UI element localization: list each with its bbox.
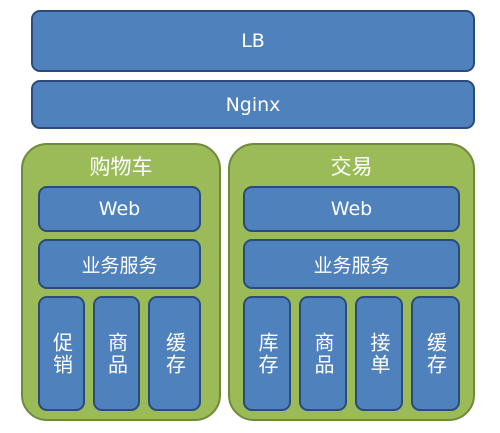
nginx-label: Nginx xyxy=(225,93,281,116)
trade-service-label: 业务服务 xyxy=(313,254,390,277)
trade-service-box: 业务服务 xyxy=(243,239,460,289)
group-cart-title: 购物车 xyxy=(89,155,153,179)
cart-module-product-label: 商品 xyxy=(104,331,129,376)
cart-module-promotion: 促销 xyxy=(38,296,85,411)
trade-web-box: Web xyxy=(243,186,460,232)
trade-module-product: 商品 xyxy=(299,296,347,411)
group-trade: 交易 Web 业务服务 库存 商品 接单 缓存 xyxy=(228,143,475,421)
trade-module-cache-label: 缓存 xyxy=(423,331,448,376)
trade-module-order: 接单 xyxy=(355,296,403,411)
cart-module-cache: 缓存 xyxy=(148,296,201,411)
lb-label: LB xyxy=(241,30,265,52)
trade-module-inventory: 库存 xyxy=(243,296,291,411)
cart-service-label: 业务服务 xyxy=(81,254,158,277)
trade-module-product-label: 商品 xyxy=(311,331,335,376)
cart-module-product: 商品 xyxy=(93,296,140,411)
cart-web-label: Web xyxy=(98,198,141,220)
trade-web-label: Web xyxy=(330,198,373,220)
group-trade-title: 交易 xyxy=(330,155,373,179)
trade-module-cache: 缓存 xyxy=(411,296,460,411)
cart-service-box: 业务服务 xyxy=(38,239,201,289)
group-cart: 购物车 Web 业务服务 促销 商品 缓存 xyxy=(21,143,221,421)
cart-module-promotion-label: 促销 xyxy=(49,331,74,376)
trade-module-order-label: 接单 xyxy=(367,331,391,376)
nginx-box: Nginx xyxy=(31,80,475,129)
lb-box: LB xyxy=(31,10,475,72)
cart-web-box: Web xyxy=(38,186,201,232)
cart-module-cache-label: 缓存 xyxy=(162,331,187,376)
trade-module-inventory-label: 库存 xyxy=(255,331,279,376)
